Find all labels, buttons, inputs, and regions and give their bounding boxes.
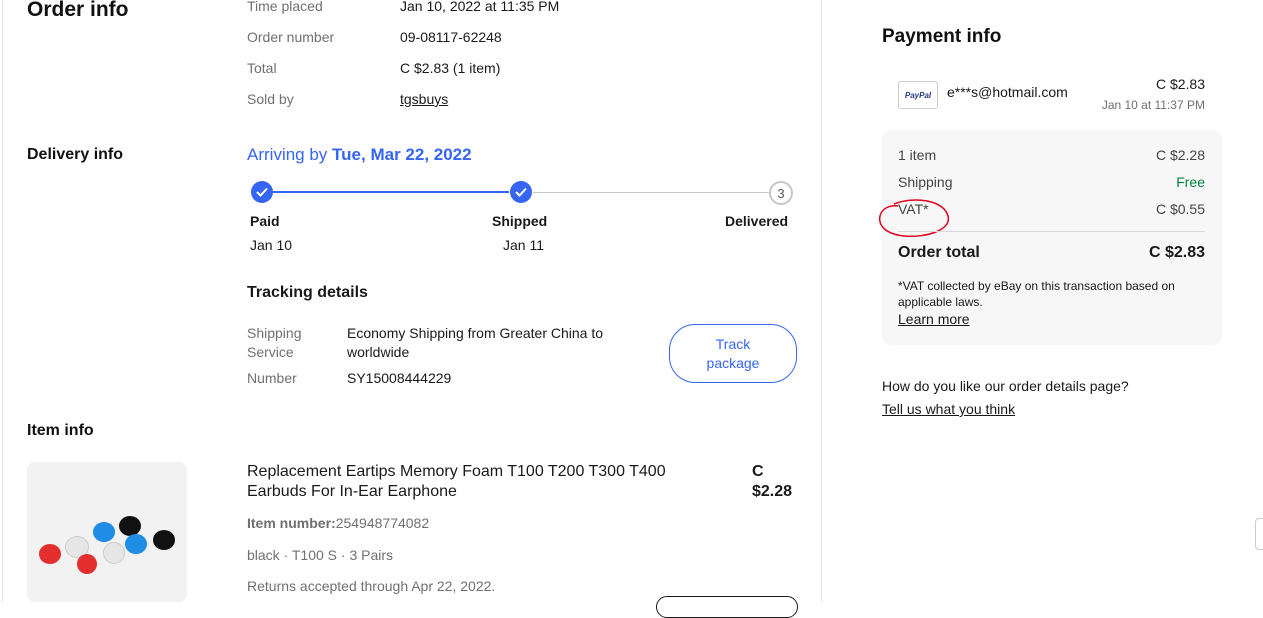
order-info-heading: Order info [27, 0, 129, 21]
step-paid-date: Jan 10 [250, 237, 293, 253]
item-number-value: 254948774082 [335, 515, 430, 531]
payer-email: e***s@hotmail.com [947, 84, 1068, 100]
time-placed-value: Jan 10, 2022 at 11:35 PM [400, 0, 560, 14]
shipping-service-label-line-2: Service [247, 344, 294, 360]
arriving-prefix: Arriving by [247, 145, 328, 164]
eartip-blue [125, 534, 147, 554]
track-button-line-2: package [706, 354, 760, 371]
feedback-side-tab[interactable] [1255, 518, 1263, 550]
partial-action-button[interactable] [656, 596, 798, 618]
track-button-line-1: Track [715, 335, 751, 352]
arriving-by: Arriving by Tue, Mar 22, 2022 [247, 145, 472, 165]
shipping-service-label: Shipping Service [247, 324, 302, 362]
eartip-white [103, 542, 125, 564]
payment-info-heading: Payment info [882, 26, 1002, 47]
left-divider [2, 0, 3, 602]
shipping-service-label-line-1: Shipping [247, 325, 302, 341]
total-value: C $2.83 (1 item) [400, 60, 501, 76]
eartip-black [119, 516, 141, 536]
tracking-number-label: Number [247, 370, 297, 386]
payment-amount: C $2.83 [1155, 76, 1205, 92]
summary-shipping-value: Free [1176, 174, 1205, 190]
eartip-black [153, 530, 175, 550]
item-title-link[interactable]: Replacement Eartips Memory Foam T100 T20… [247, 462, 666, 502]
step-paid-label: Paid [250, 213, 280, 229]
item-price-line-1: C [752, 463, 764, 480]
item-title-line-2: Earbuds For In-Ear Earphone [247, 483, 457, 500]
tracking-details-heading: Tracking details [247, 284, 368, 301]
order-number-value: 09-08117-62248 [400, 29, 502, 45]
step-delivered-label: Delivered [725, 213, 789, 229]
summary-items-label: 1 item [898, 147, 937, 163]
item-price-line-2: $2.28 [752, 483, 793, 500]
item-title-line-1: Replacement Eartips Memory Foam T100 T20… [247, 463, 666, 480]
feedback-question: How do you like our order details page? [882, 378, 1129, 394]
progress-line-complete [273, 191, 509, 193]
order-total-value: C $2.83 [1148, 244, 1205, 261]
paid-check-icon [251, 181, 273, 203]
vat-note: *VAT collected by eBay on this transacti… [898, 278, 1175, 310]
sold-by-label: Sold by [247, 91, 294, 107]
delivered-step-number: 3 [769, 181, 793, 205]
summary-vat-value: C $0.55 [1155, 201, 1205, 217]
delivery-info-heading: Delivery info [27, 146, 124, 163]
track-package-button[interactable]: Track package [669, 324, 797, 383]
step-shipped-label: Shipped [492, 213, 548, 229]
total-label: Total [247, 60, 277, 76]
shipping-service-line-2: worldwide [347, 344, 410, 360]
payment-timestamp: Jan 10 at 11:37 PM [1101, 98, 1205, 112]
vat-note-line-1: *VAT collected by eBay on this transacti… [898, 279, 1175, 293]
returns-policy: Returns accepted through Apr 22, 2022. [247, 578, 496, 594]
item-price: C $2.28 [752, 462, 792, 502]
arriving-date: Tue, Mar 22, 2022 [332, 145, 472, 164]
shipping-service-line-1: Economy Shipping from Greater China to [347, 325, 604, 341]
shipping-service-value: Economy Shipping from Greater China to w… [347, 324, 603, 362]
summary-items-value: C $2.28 [1155, 147, 1205, 163]
summary-shipping-label: Shipping [898, 174, 953, 190]
column-divider [821, 0, 822, 602]
paypal-icon: PayPal [898, 81, 938, 109]
tracking-number-value: SY15008444229 [347, 370, 452, 386]
item-info-heading: Item info [27, 422, 94, 439]
step-shipped-date: Jan 11 [503, 237, 544, 253]
learn-more-link[interactable]: Learn more [898, 311, 970, 327]
item-number-label: Item number: [247, 515, 336, 531]
time-placed-label: Time placed [247, 0, 323, 14]
eartip-blue [93, 522, 115, 542]
item-thumbnail[interactable] [27, 462, 187, 602]
red-annotation-circle [878, 199, 949, 238]
progress-line-pending [533, 192, 769, 193]
item-variant: black · T100 S · 3 Pairs [247, 547, 394, 563]
summary-divider [898, 231, 1205, 232]
shipped-check-icon [510, 181, 532, 203]
feedback-link[interactable]: Tell us what you think [882, 401, 1015, 417]
order-total-label: Order total [898, 244, 980, 261]
item-number: Item number:254948774082 [247, 515, 429, 531]
eartip-red [77, 554, 97, 574]
order-number-label: Order number [247, 29, 335, 45]
eartip-red [39, 544, 61, 564]
vat-note-line-2: applicable laws. [898, 295, 983, 309]
seller-link[interactable]: tgsbuys [400, 91, 448, 107]
